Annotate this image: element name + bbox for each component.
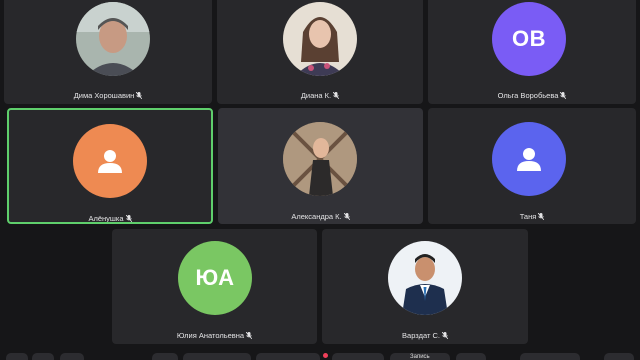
participant-name: Варздат С. [322,331,528,340]
avatar-initials: ОВ [512,26,546,51]
mic-off-icon [246,332,253,339]
toolbar-button-6[interactable] [256,353,320,360]
participant-tile-5[interactable]: Александра К. [218,108,423,224]
user-icon [517,148,541,171]
toolbar-button-2[interactable] [32,353,54,360]
mic-off-icon [538,213,545,220]
mic-off-icon [560,92,567,99]
participant-avatar-photo [388,241,462,315]
toolbar-button-9[interactable] [520,353,580,360]
toolbar-button-10[interactable] [604,353,634,360]
bottom-toolbar: Запись [0,350,640,360]
participant-tile-7[interactable]: ЮА Юлия Анатольевна [112,229,317,344]
participant-avatar-initials: ЮА [178,241,252,315]
participant-tile-6[interactable]: Таня [428,108,636,224]
participant-avatar-photo [76,2,150,76]
mic-off-icon [441,332,448,339]
participant-tile-4-active-speaker[interactable]: Алёнушка [7,108,213,224]
mic-off-icon [333,92,340,99]
participant-tile-8[interactable]: Варздат С. [322,229,528,344]
recording-indicator-icon [323,353,328,358]
person-photo-icon [388,241,462,315]
participant-name: Диана К. [217,91,423,100]
mic-off-icon [136,92,143,99]
user-icon [98,150,122,173]
participant-avatar-initials: ОВ [492,2,566,76]
record-button-label: Запись [410,354,430,360]
participant-name: Дима Хорошавин [4,91,212,100]
participant-avatar-default [73,124,147,198]
participant-name: Таня [428,212,636,221]
toolbar-button-1[interactable] [6,353,28,360]
toolbar-button-4[interactable] [152,353,178,360]
participant-avatar-default [492,122,566,196]
toolbar-button-5[interactable] [183,353,251,360]
mic-off-icon [125,215,132,222]
avatar-initials: ЮА [195,265,235,290]
participant-tile-2[interactable]: Диана К. [217,0,423,104]
participant-avatar-photo [283,122,357,196]
participant-tile-1[interactable]: Дима Хорошавин [4,0,212,104]
participant-name: Алёнушка [9,214,211,222]
participant-name: Ольга Воробьева [428,91,636,100]
person-photo-icon [283,2,357,76]
toolbar-button-3[interactable] [60,353,84,360]
participant-name: Александра К. [218,212,423,221]
person-photo-icon [283,122,357,196]
toolbar-button-7[interactable] [332,353,384,360]
mic-off-icon [343,213,350,220]
participant-avatar-photo [283,2,357,76]
participant-tile-3[interactable]: ОВ Ольга Воробьева [428,0,636,104]
toolbar-button-8[interactable] [456,353,486,360]
person-photo-icon [76,2,150,76]
participant-name: Юлия Анатольевна [112,331,317,340]
